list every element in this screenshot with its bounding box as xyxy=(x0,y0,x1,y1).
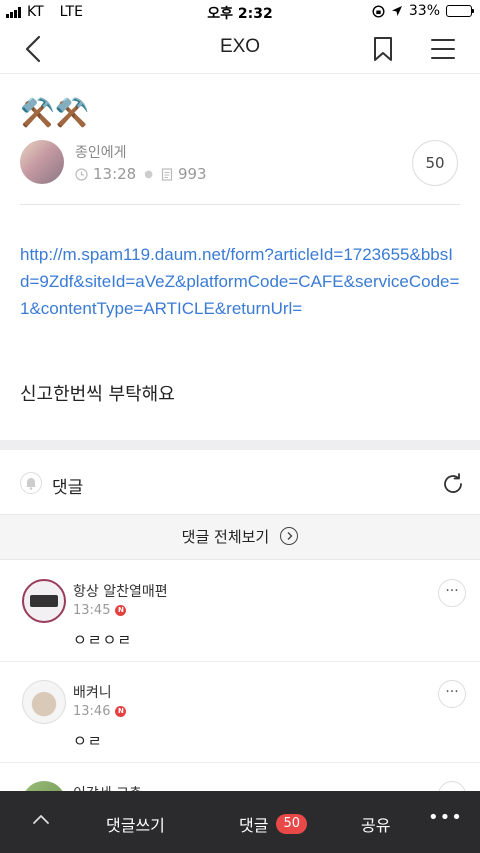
commenter-avatar[interactable] xyxy=(22,579,66,623)
article-body: 신고한번씩 부탁해요 xyxy=(20,384,175,405)
status-bar: KT LTE 오후 2:32 33% xyxy=(0,0,480,24)
comments-header: 댓글 xyxy=(0,450,480,514)
comment-more-button[interactable]: ··· xyxy=(438,579,466,607)
comment-time: 13:46 N xyxy=(73,704,127,719)
comment-more-button[interactable]: ··· xyxy=(438,680,466,708)
comment-count-button[interactable]: 50 xyxy=(412,140,458,186)
page-title: EXO xyxy=(219,36,261,57)
write-comment-button[interactable]: 댓글쓰기 xyxy=(106,812,165,836)
comments-button[interactable]: 댓글 50 xyxy=(239,812,307,836)
scroll-up-chevron-icon[interactable] xyxy=(32,811,50,829)
new-badge: N xyxy=(115,706,127,717)
bottom-toolbar: 댓글쓰기 댓글 50 공유 ••• xyxy=(0,791,480,853)
comment-text: ㅇㄹㅇㄹ xyxy=(73,631,133,649)
comment-text: ㅇㄹ xyxy=(73,732,103,750)
commenter-name[interactable]: 항상 알찬열매편 xyxy=(73,581,168,601)
meta-separator: ● xyxy=(144,168,153,180)
bell-icon[interactable] xyxy=(20,472,42,494)
comment-time-text: 13:46 xyxy=(73,704,111,719)
rotation-lock-icon xyxy=(372,4,385,18)
chevron-right-circle-icon xyxy=(280,527,299,545)
article-meta: 13:28 ● 993 xyxy=(75,165,207,183)
author-avatar[interactable] xyxy=(20,140,64,184)
hamburger-menu-icon[interactable] xyxy=(430,37,456,61)
view-all-label: 댓글 전체보기 xyxy=(181,528,270,546)
report-link[interactable]: http://m.spam119.daum.net/form?articleId… xyxy=(20,241,462,322)
location-arrow-icon xyxy=(391,6,402,16)
more-options-button[interactable]: ••• xyxy=(428,807,463,828)
author-row: 종인에게 13:28 ● 993 50 xyxy=(20,140,460,186)
commenter-name[interactable]: 배켜니 xyxy=(73,682,112,702)
refresh-icon[interactable] xyxy=(441,472,465,496)
comments-button-label: 댓글 xyxy=(239,816,269,835)
document-views-icon xyxy=(161,167,173,181)
comment-time-text: 13:45 xyxy=(73,603,111,618)
comment-item: 항상 알찬열매편 13:45 N ㅇㄹㅇㄹ ··· xyxy=(0,561,480,662)
article-views: 993 xyxy=(177,165,207,183)
article-title-emoji: ⚒️⚒️ xyxy=(20,96,90,129)
view-all-comments-button[interactable]: 댓글 전체보기 xyxy=(0,514,480,560)
divider xyxy=(20,204,460,205)
share-button[interactable]: 공유 xyxy=(361,812,390,836)
battery-percent: 33% xyxy=(408,3,440,19)
comment-time: 13:45 N xyxy=(73,603,127,618)
commenter-avatar[interactable] xyxy=(22,680,66,724)
comments-header-label: 댓글 xyxy=(52,478,84,498)
new-badge: N xyxy=(115,605,127,616)
clock-icon xyxy=(75,167,88,181)
battery-icon xyxy=(446,5,474,17)
status-right: 33% xyxy=(372,3,474,19)
comment-item: 배켜니 13:46 N ㅇㄹ ··· xyxy=(0,662,480,763)
nav-bar: EXO xyxy=(0,24,480,74)
author-name[interactable]: 종인에게 xyxy=(75,142,127,162)
comment-count-badge: 50 xyxy=(276,814,307,834)
bookmark-icon[interactable] xyxy=(372,36,394,62)
article-time: 13:28 xyxy=(93,165,137,183)
section-separator xyxy=(0,440,480,450)
